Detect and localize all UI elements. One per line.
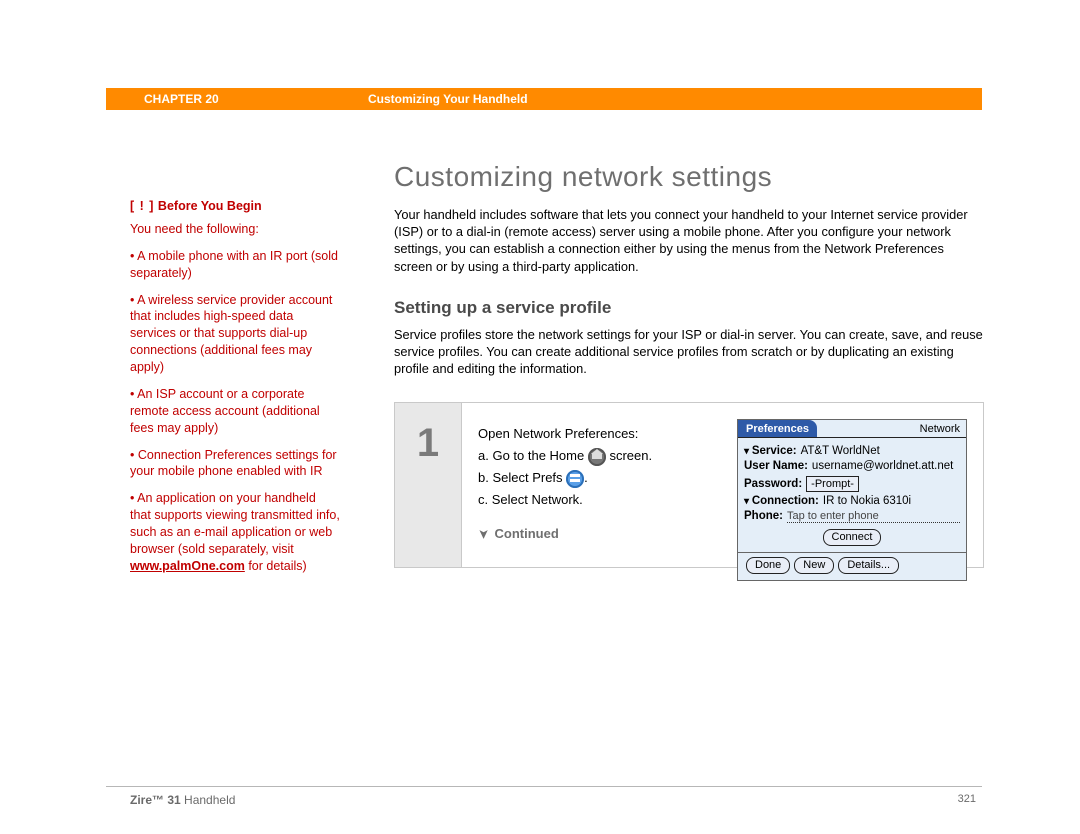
palm-service-label: Service: [744,445,797,457]
step-container: 1 Open Network Preferences: a. Go to the… [394,402,984,568]
sidebar-item: • An application on your handheld that s… [130,490,340,574]
home-icon [588,448,606,466]
palm-username-value: username@worldnet.att.net [812,460,953,473]
chapter-title: Customizing Your Handheld [368,92,528,106]
palm-password-label: Password: [744,478,802,490]
palm-connection-value: IR to Nokia 6310i [823,495,911,507]
continued-marker: ➤ Continued [478,523,728,545]
palm-service-value: AT&T WorldNet [801,445,880,457]
palm-details-button: Details... [838,557,899,574]
palm-connection-label: Connection: [744,495,819,507]
before-you-begin-sidebar: [ ! ] Before You Begin You need the foll… [130,198,340,585]
chapter-header: CHAPTER 20 Customizing Your Handheld [106,88,982,110]
palm-category: Network [920,423,960,435]
intro-paragraph: Your handheld includes software that let… [394,206,984,275]
palm-new-button: New [794,557,834,574]
palm-connect-button: Connect [823,529,882,546]
step-instructions: Open Network Preferences: a. Go to the H… [478,423,728,545]
palm-screenshot: Preferences Network Service: AT&T WorldN… [737,419,967,581]
before-you-begin-heading: [ ! ] Before You Begin [130,198,340,215]
palm-body: Service: AT&T WorldNet User Name: userna… [738,438,966,552]
palm-username-label: User Name: [744,460,808,472]
palm-password-value: -Prompt- [806,476,859,492]
main-content: Customizing network settings Your handhe… [394,158,984,378]
palm-titlebar: Preferences Network [738,420,966,438]
before-you-begin-title: Before You Begin [158,199,262,213]
palm-app-title: Preferences [738,420,817,437]
page-title: Customizing network settings [394,158,984,196]
alert-marker: [ ! ] [130,199,154,213]
sidebar-item: • Connection Preferences settings for yo… [130,447,340,481]
chapter-number: CHAPTER 20 [144,92,219,106]
sidebar-item: • An ISP account or a corporate remote a… [130,386,340,437]
section-paragraph: Service profiles store the network setti… [394,326,984,378]
sidebar-item: • A wireless service provider account th… [130,292,340,376]
section-heading: Setting up a service profile [394,297,984,320]
footer-product: Zire™ 31 Handheld [130,793,235,807]
prefs-icon [566,470,584,488]
footer-page-number: 321 [958,793,976,807]
sidebar-intro: You need the following: [130,221,340,238]
step-a: a. Go to the Home screen. [478,445,728,467]
palm-done-button: Done [746,557,790,574]
continued-arrow-icon: ➤ [472,529,494,540]
step-b: b. Select Prefs . [478,467,728,489]
step-c: c. Select Network. [478,489,728,511]
page-footer: Zire™ 31 Handheld 321 [106,786,982,807]
step-body: Open Network Preferences: a. Go to the H… [461,403,983,567]
palm-bottom-bar: Done New Details... [738,552,966,580]
palmone-link[interactable]: www.palmOne.com [130,559,245,573]
palm-phone-value: Tap to enter phone [787,510,960,523]
step-heading: Open Network Preferences: [478,423,728,445]
sidebar-item: • A mobile phone with an IR port (sold s… [130,248,340,282]
step-number: 1 [395,403,461,567]
palm-phone-label: Phone: [744,510,783,522]
